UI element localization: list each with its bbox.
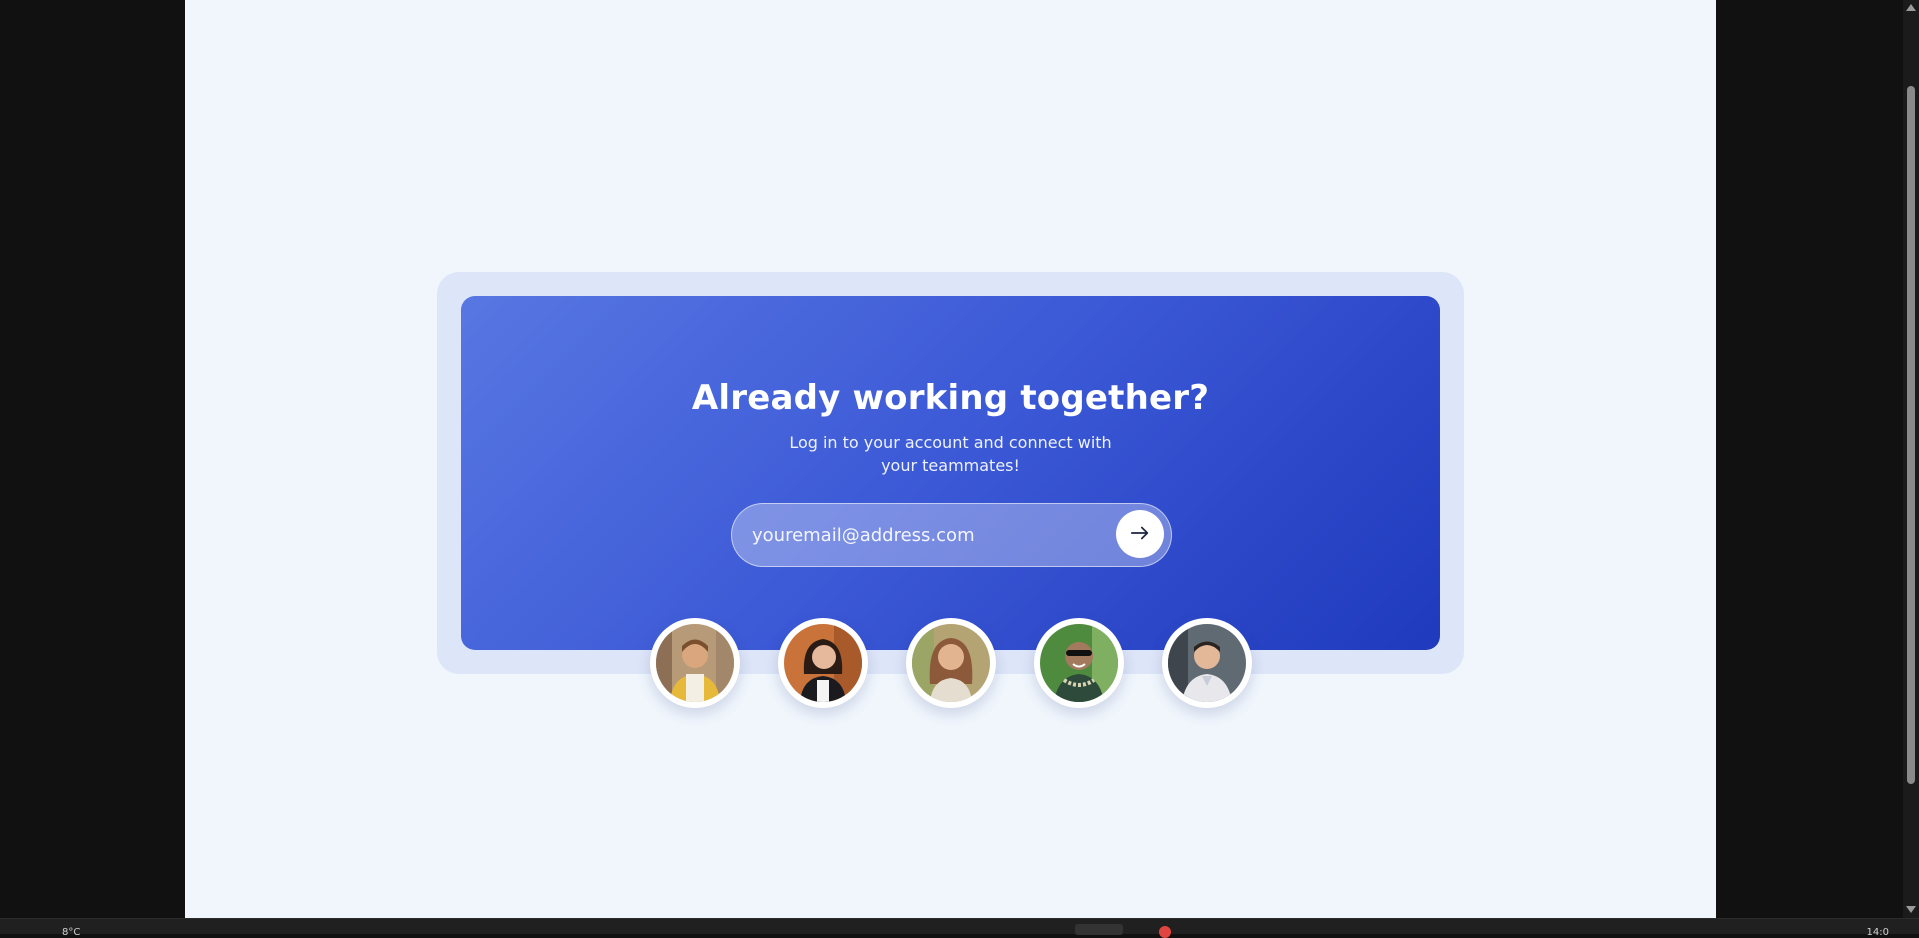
taskbar-clock[interactable]: 14:0 (1867, 928, 1889, 938)
avatar (906, 618, 996, 708)
avatar-photo-5 (1168, 624, 1246, 702)
scroll-up-arrow-icon[interactable] (1906, 4, 1916, 11)
avatar-photo-3 (912, 624, 990, 702)
arrow-right-icon (1129, 522, 1151, 547)
email-form (731, 503, 1172, 567)
os-taskbar: 8°C 14:0 (0, 918, 1919, 938)
avatar-photo-2 (784, 624, 862, 702)
avatar-photo-4 (1040, 624, 1118, 702)
scrollbar-thumb[interactable] (1907, 86, 1915, 784)
page-canvas: Already working together? Log in to your… (185, 0, 1716, 918)
taskbar-app-icon[interactable] (1075, 924, 1123, 935)
taskbar-record-icon[interactable] (1159, 926, 1171, 938)
taskbar-weather[interactable]: 8°C (62, 928, 80, 938)
avatar (650, 618, 740, 708)
scroll-down-arrow-icon[interactable] (1906, 906, 1916, 913)
page-subtitle: Log in to your account and connect with … (789, 433, 1112, 475)
submit-button[interactable] (1116, 510, 1164, 558)
page-scrollbar[interactable] (1903, 0, 1919, 918)
avatar (1162, 618, 1252, 708)
avatar-photo-1 (656, 624, 734, 702)
page-title: Already working together? (691, 378, 1210, 418)
avatar (778, 618, 868, 708)
login-card-frame: Already working together? Log in to your… (437, 272, 1464, 674)
email-field[interactable] (752, 504, 1092, 566)
login-card: Already working together? Log in to your… (461, 296, 1440, 650)
team-avatars (650, 618, 1252, 712)
avatar (1034, 618, 1124, 708)
